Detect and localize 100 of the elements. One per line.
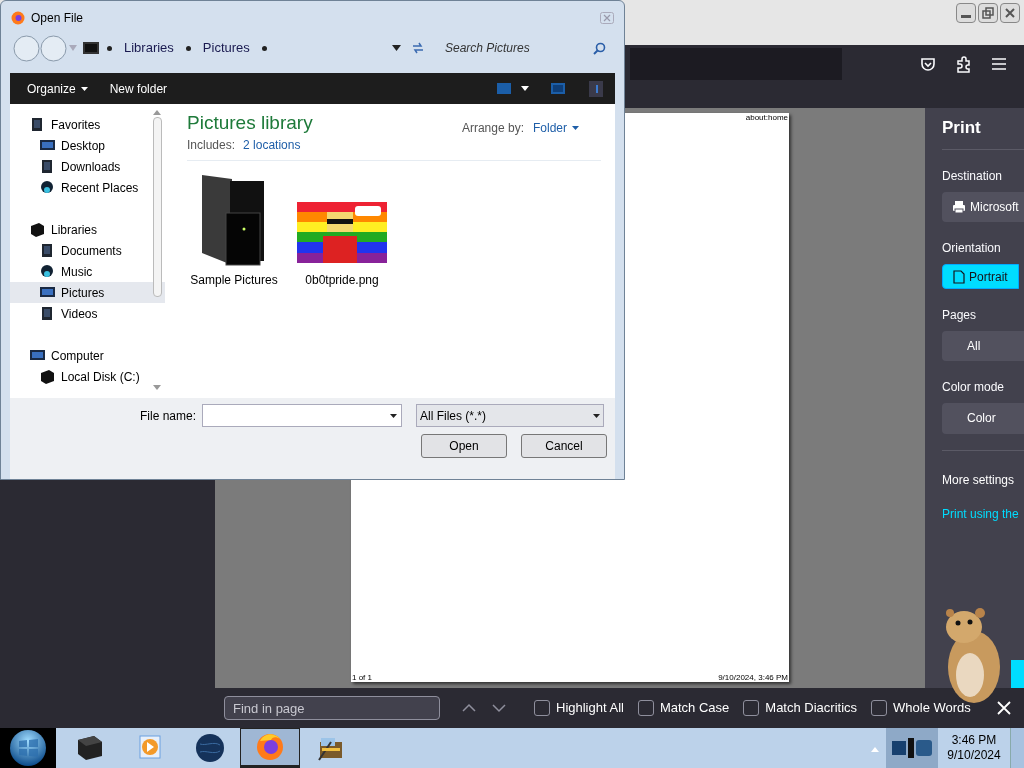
checkbox-label: Match Diacritics [765, 699, 858, 718]
scrollbar-thumb[interactable] [152, 117, 162, 297]
caret-icon [390, 413, 398, 418]
taskbar-app-button[interactable] [240, 728, 300, 768]
firefox-icon [11, 10, 25, 25]
panel-title: Print [942, 118, 1024, 150]
caret-icon [593, 413, 601, 418]
network-monitor-icon[interactable] [890, 736, 934, 760]
clock-date: 9/10/2024 [947, 748, 1001, 763]
breadcrumb-item[interactable]: Libraries [120, 38, 178, 58]
scrollbar[interactable] [151, 110, 163, 390]
dialog-button[interactable]: Open [421, 434, 507, 458]
toolbar-button[interactable]: New folder [109, 79, 168, 98]
monitor-icon [30, 348, 45, 363]
find-field[interactable]: Find in page [224, 696, 440, 720]
file-name-field[interactable] [202, 404, 403, 427]
help-icon[interactable] [589, 80, 603, 97]
file-item[interactable]: Sample Pictures [187, 171, 281, 289]
page-footer-date: 9/10/2024, 3:46 PM [718, 673, 788, 682]
tile-icon [40, 243, 55, 258]
menu-icon[interactable] [992, 58, 1006, 70]
nav-item[interactable]: Desktop [10, 135, 165, 156]
nav-item[interactable]: Documents [10, 240, 165, 261]
separator-icon [261, 45, 267, 51]
printer-icon [952, 200, 966, 215]
puzzle-icon[interactable] [956, 56, 972, 73]
checkbox-label: Highlight All [556, 699, 624, 718]
search-icon [593, 41, 606, 55]
monitor-icon [40, 138, 55, 153]
nav-item[interactable]: Pictures [10, 282, 165, 303]
library-title: Pictures library [187, 112, 313, 134]
section-label: Destination [942, 168, 1004, 184]
caret-icon[interactable] [521, 86, 529, 91]
address-bar[interactable]: Libraries Pictures [83, 36, 401, 60]
sphere-icon [40, 180, 55, 195]
file-name: Sample Pictures [190, 272, 278, 289]
restore-button[interactable] [978, 3, 998, 23]
caret-icon [572, 126, 579, 130]
scroll-down-icon [153, 385, 161, 390]
close-button[interactable] [1000, 3, 1020, 23]
print-option-button[interactable]: Microsoft [942, 192, 1024, 223]
dialog-button[interactable]: Cancel [521, 434, 607, 458]
section-label: Color mode [942, 379, 1006, 396]
separator-icon [185, 45, 191, 51]
checkbox-label: Whole Words [893, 699, 971, 718]
refresh-icon[interactable] [411, 41, 425, 55]
checkbox[interactable] [637, 700, 654, 716]
nav-item[interactable]: Local Disk (C:) [10, 366, 165, 387]
page-number: 1 of 1 [352, 673, 372, 682]
separator-icon [107, 45, 112, 51]
caret-icon [80, 86, 88, 91]
restore-icon [982, 7, 994, 19]
print-option-button[interactable]: All [942, 331, 1024, 362]
search-field[interactable]: Search Pictures [437, 36, 614, 60]
nav-item[interactable]: Computer [10, 345, 165, 366]
arrange-label: Arrange by: [461, 120, 524, 137]
checkbox[interactable] [534, 700, 550, 716]
minimize-button[interactable] [956, 3, 976, 23]
minimize-icon [961, 15, 971, 18]
checkbox[interactable] [743, 700, 760, 716]
file-name-label: File name: [140, 407, 197, 425]
arrange-dropdown[interactable]: Folder [533, 119, 579, 137]
page-icon [953, 269, 965, 284]
pocket-icon[interactable] [920, 56, 936, 72]
file-item[interactable]: 0b0tpride.png [295, 171, 389, 289]
nav-item[interactable]: Downloads [10, 156, 165, 177]
box-icon [30, 222, 45, 237]
nav-item[interactable]: Libraries [10, 219, 165, 240]
file-type-dropdown[interactable]: All Files (*.*) [416, 404, 605, 427]
more-settings-label: More settings [942, 471, 1016, 489]
monitor-icon [83, 42, 99, 54]
print-option-button[interactable]: Color [942, 403, 1024, 434]
page-header-text: about:home [745, 113, 788, 122]
nav-item[interactable]: Music [10, 261, 165, 282]
nav-item[interactable]: Videos [10, 303, 165, 324]
tile-icon [30, 117, 45, 132]
print-dialog-link[interactable]: Print using the [942, 504, 1024, 523]
includes-label: Includes: [187, 137, 236, 154]
section-label: Pages [942, 307, 978, 323]
scroll-up-icon [153, 110, 161, 115]
locations-link[interactable]: 2 locations [243, 136, 301, 154]
breadcrumb-item[interactable]: Pictures [198, 38, 254, 58]
window-title: Open File [31, 9, 84, 27]
nav-item[interactable]: Favorites [10, 114, 165, 135]
close-icon [1004, 7, 1016, 19]
checkbox[interactable] [871, 700, 888, 716]
box-icon [40, 369, 55, 384]
start-orb-icon[interactable] [9, 729, 47, 767]
clock-time: 3:46 PM [951, 733, 997, 748]
file-name: 0b0tpride.png [305, 272, 379, 289]
print-button[interactable] [1011, 659, 1024, 688]
section-label: Orientation [942, 240, 1002, 257]
tile-icon [40, 306, 55, 321]
nav-item[interactable]: Recent Places [10, 177, 165, 198]
monitor-icon [40, 285, 55, 300]
toolbar-button[interactable]: Organize [27, 79, 88, 98]
sphere-icon [40, 264, 55, 279]
print-option-button[interactable]: Portrait [942, 264, 1019, 289]
checkbox-label: Match Case [659, 699, 730, 718]
tile-icon [40, 159, 55, 174]
